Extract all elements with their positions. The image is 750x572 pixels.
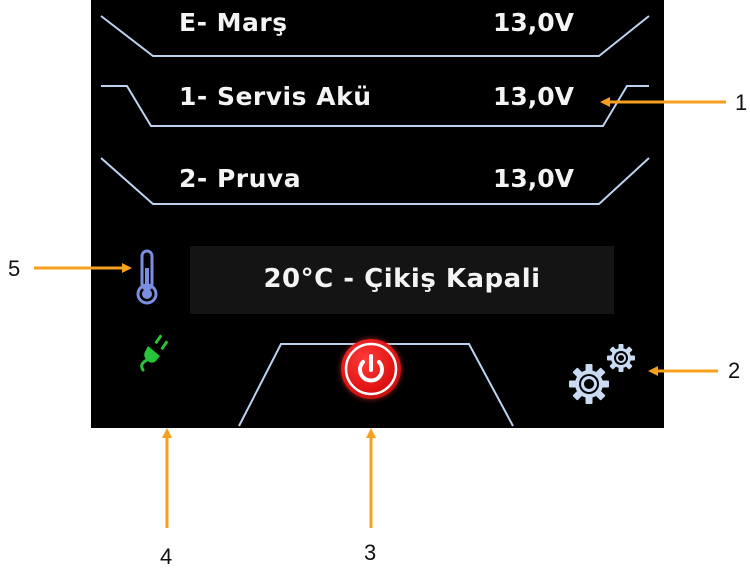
callout-label-5: 5 [8,256,21,281]
battery-name: 1- Servis Akü [179,82,372,111]
callout-label-4: 4 [160,544,173,569]
battery-name: 2- Pruva [179,164,302,193]
battery-name: E- Marş [179,8,288,37]
status-panel: 20°C - Çikiş Kapali [190,246,614,314]
callout-label-2: 2 [728,358,741,383]
battery-voltage: 13,0V [493,82,575,111]
power-icon [344,342,398,396]
battery-row-servis-aku[interactable]: 1- Servis Akü 13,0V [91,80,664,146]
battery-row-frame [100,157,650,205]
status-text: 20°C - Çikiş Kapali [263,264,541,294]
device-screen: E- Marş 13,0V 1- Servis Akü 13,0V 2- Pru… [91,0,664,428]
gear-icon[interactable] [569,338,645,418]
power-button[interactable] [341,339,401,399]
callout-label-3: 3 [364,540,377,565]
callout-label-1: 1 [735,90,748,115]
plug-icon [140,334,169,372]
battery-row-frame [101,85,649,127]
battery-voltage: 13,0V [493,164,575,193]
battery-voltage: 13,0V [493,8,575,37]
battery-row-e-mars[interactable]: E- Marş 13,0V [91,0,664,66]
battery-row-pruva[interactable]: 2- Pruva 13,0V [91,150,664,216]
thermometer-icon [136,249,158,305]
battery-row-frame [100,15,650,57]
